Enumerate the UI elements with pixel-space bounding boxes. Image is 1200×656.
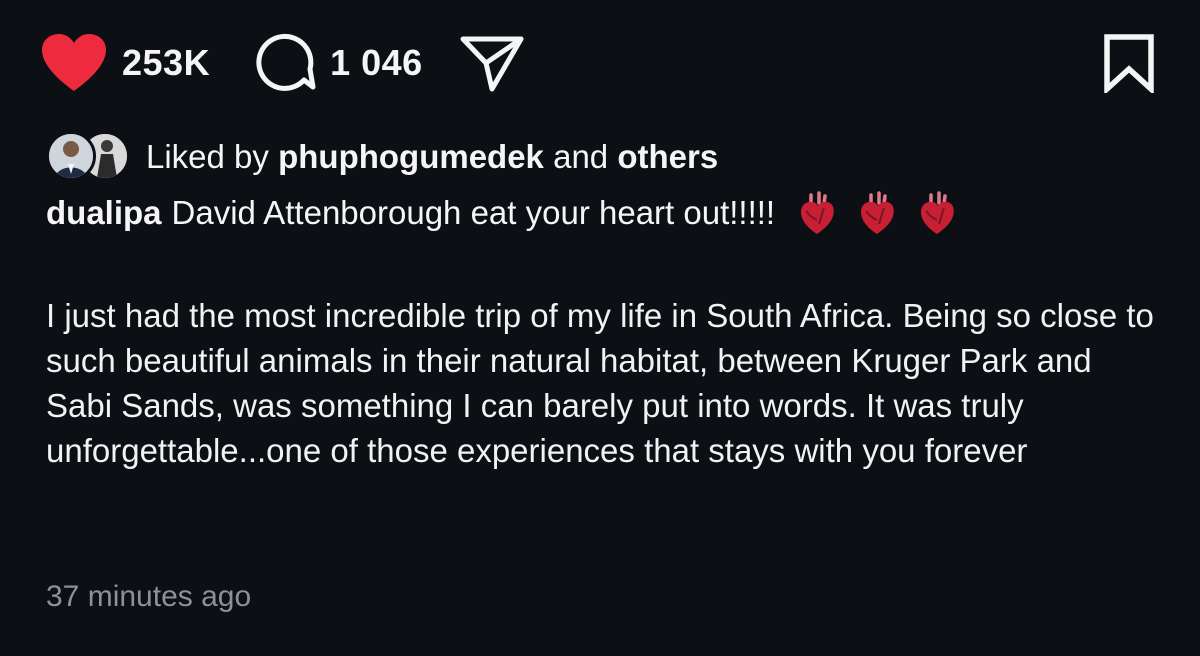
like-button[interactable] (40, 33, 108, 93)
liked-by-text: Liked by phuphogumedek and others (146, 138, 718, 176)
paper-plane-icon (459, 33, 525, 93)
comments-count[interactable]: 1 046 (330, 42, 423, 84)
avatar[interactable] (46, 131, 96, 181)
anatomical-heart-icon (921, 190, 954, 234)
bookmark-icon (1100, 33, 1158, 93)
caption-headline: David Attenborough eat your heart out!!!… (171, 194, 776, 231)
post-footer: 253K 1 046 Liked by phuphogumedek and ot… (0, 0, 1200, 656)
anatomical-heart-icon (861, 190, 894, 234)
caption-body: I just had the most incredible trip of m… (46, 297, 1154, 469)
share-button[interactable] (459, 33, 525, 93)
liked-by-prefix: Liked by (146, 138, 269, 175)
action-bar: 253K 1 046 (40, 28, 1158, 98)
caption-first-line: dualipa David Attenborough eat your hear… (46, 190, 1166, 235)
heart-filled-icon (40, 33, 108, 93)
liked-by-others[interactable]: others (617, 138, 718, 175)
likes-count[interactable]: 253K (122, 42, 210, 84)
caption: dualipa David Attenborough eat your hear… (46, 190, 1166, 473)
comment-bubble-icon (252, 31, 316, 95)
liker-avatars[interactable] (46, 129, 134, 185)
caption-emojis (797, 190, 977, 235)
caption-username[interactable]: dualipa (46, 190, 162, 235)
post-timestamp[interactable]: 37 minutes ago (46, 580, 251, 614)
liked-by-row: Liked by phuphogumedek and others (46, 128, 718, 186)
anatomical-heart-icon (801, 190, 834, 234)
liked-by-user[interactable]: phuphogumedek (278, 138, 544, 175)
liked-by-and: and (553, 138, 609, 175)
save-button[interactable] (1100, 33, 1158, 93)
comment-button[interactable] (252, 31, 316, 95)
